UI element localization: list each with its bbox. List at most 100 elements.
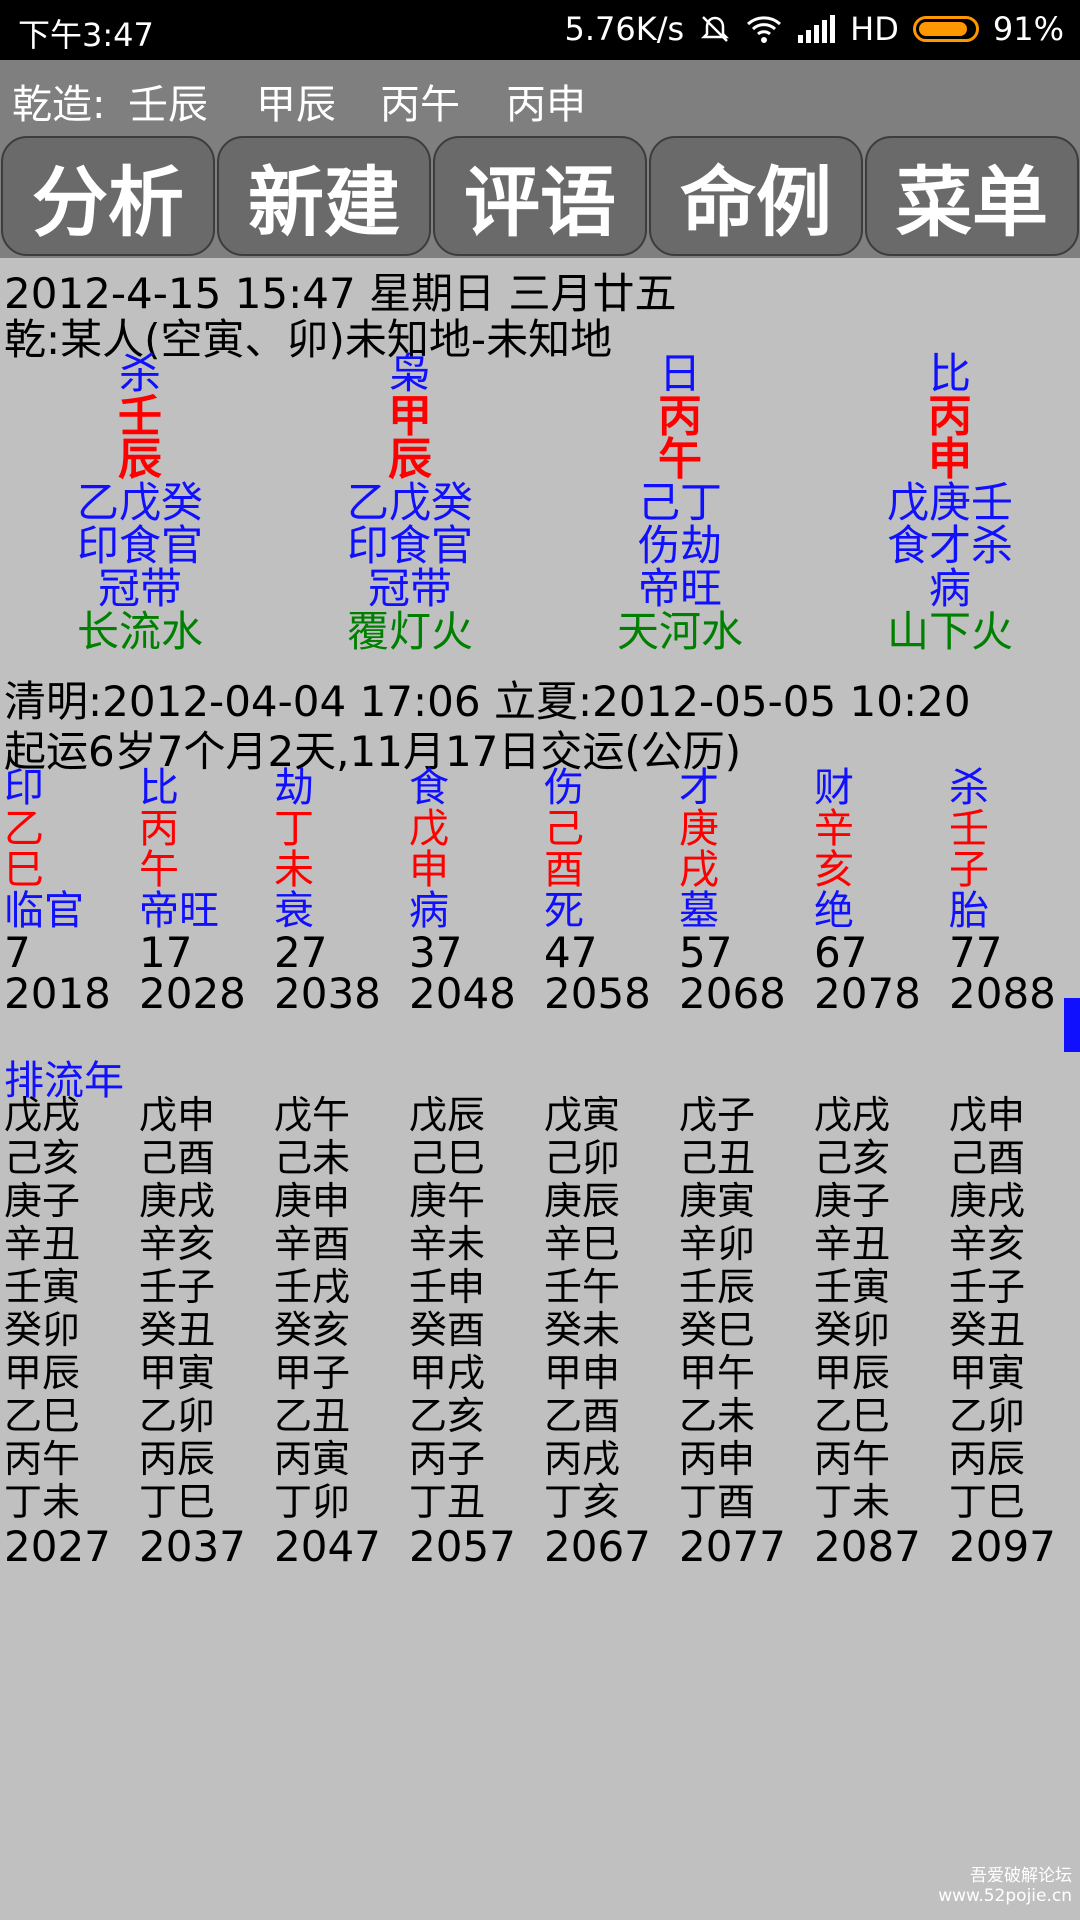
liunian-year: 辛丑 [4,1222,81,1266]
liunian-year: 乙卯 [949,1394,1026,1438]
dayun-column[interactable]: 财 辛 亥 绝 67 2078 [814,768,944,1015]
pillar-stem: 壬 [118,391,162,442]
menu-button[interactable]: 菜单 [865,136,1079,256]
pillar-stem: 丙 [658,391,702,442]
pillar-branch: 辰 [388,434,432,485]
liunian-year: 癸丑 [949,1308,1026,1352]
dayun-year: 2088 [949,969,1056,1018]
liunian-end-year: 2027 [4,1522,111,1571]
liunian-year: 癸卯 [4,1308,81,1352]
liunian-year: 壬寅 [814,1265,891,1309]
dayun-god: 杀 [949,765,989,811]
network-speed: 5.76K/s [564,10,685,48]
mute-icon [701,16,730,42]
liunian-year: 辛未 [409,1222,486,1266]
dayun-branch: 戌 [679,847,719,893]
pillar-hidden: 乙戊癸 [346,478,473,527]
dayun-column[interactable]: 伤 己 酉 死 47 2058 [544,765,674,1018]
liunian-year: 甲午 [679,1351,756,1395]
liunian-year: 戊戌 [4,1093,81,1137]
liunian-year: 己亥 [814,1136,891,1180]
dayun-column[interactable]: 才 庚 戌 墓 57 2068 [679,765,809,1018]
liunian-year: 甲寅 [949,1351,1026,1395]
dayun-god: 食 [409,765,449,811]
liunian-year: 戊子 [679,1093,756,1137]
liunian-year: 丁未 [4,1480,81,1524]
pillar-god: 日 [658,349,701,398]
liunian-year: 辛亥 [139,1222,216,1266]
watermark: 吾爱破解论坛 www.52pojie.cn [938,1866,1072,1906]
liunian-year: 辛丑 [814,1222,891,1266]
dayun-branch: 子 [949,847,989,893]
dayun-column[interactable]: 杀 壬 子 胎 77 2088 [949,765,1079,1018]
dayun-column[interactable]: 食 戊 申 病 37 2048 [409,765,539,1018]
liunian-year: 甲戌 [409,1351,486,1395]
liunian-year: 庚寅 [679,1179,756,1223]
liunian-year: 壬午 [544,1265,621,1309]
dayun-stem: 丁 [274,806,314,852]
liunian-column: 戊申 己酉 庚戌 辛亥 壬子 癸丑 甲寅 乙卯 丙辰 丁巳 2097 [949,1094,1079,1570]
liunian-year: 辛亥 [949,1222,1026,1266]
pillar-hidden: 己丁 [637,478,722,527]
header-pillar-day: 丙午 [380,82,460,128]
pillar-nayin: 覆灯火 [346,607,473,656]
dayun-branch: 午 [139,847,179,893]
liunian-column: 戊申 己酉 庚戌 辛亥 壬子 癸丑 甲寅 乙卯 丙辰 丁巳 2037 [139,1094,269,1570]
header-pillar-hour: 丙申 [506,82,586,128]
dayun-year: 2048 [409,969,516,1018]
dayun-year: 2068 [679,969,786,1018]
liunian-year: 丙午 [4,1437,81,1481]
dayun-stem: 辛 [814,806,854,852]
dayun-god: 才 [679,765,719,811]
signal-icon [798,15,836,43]
liunian-year: 己酉 [139,1136,216,1180]
dayun-branch: 申 [409,847,449,893]
liunian-year: 甲子 [274,1351,351,1395]
liunian-year: 甲寅 [139,1351,216,1395]
liunian-end-year: 2047 [274,1522,381,1571]
dayun-age: 27 [274,928,328,977]
dayun-branch: 巳 [4,847,44,893]
dayun-branch: 亥 [814,847,854,893]
liunian-year: 丁巳 [949,1480,1026,1524]
liunian-year: 丙辰 [139,1437,216,1481]
dayun-year: 2058 [544,969,651,1018]
dayun-column[interactable]: 比 丙 午 帝旺 17 2028 [139,768,269,1015]
pillar-branch: 午 [658,434,702,485]
liunian-year: 庚子 [4,1179,81,1223]
dayun-stage: 胎 [949,888,989,934]
pillar-stage: 冠带 [97,564,182,613]
comments-button[interactable]: 评语 [433,136,647,256]
pillar-hidden: 乙戊癸 [76,478,203,527]
pillar-god: 比 [928,349,971,398]
dayun-column[interactable]: 劫 丁 未 衰 27 2038 [274,768,404,1015]
liunian-column: 戊寅 己卯 庚辰 辛巳 壬午 癸未 甲申 乙酉 丙戌 丁亥 2067 [544,1094,674,1570]
pillar-hidden: 戊庚壬 [886,478,1013,527]
pillar-stem: 丙 [928,391,972,442]
status-time: 下午3:47 [18,16,154,54]
scroll-indicator[interactable] [1064,998,1080,1052]
dayun-stage: 绝 [814,888,854,934]
liunian-column: 戊午 己未 庚申 辛酉 壬戌 癸亥 甲子 乙丑 丙寅 丁卯 2047 [274,1094,404,1570]
status-bar: 下午3:47 5.76K/s HD 91% [0,0,1080,60]
dayun-age: 47 [544,928,598,977]
pillar-nayin: 长流水 [76,607,203,656]
dayun-column[interactable]: 印 乙 巳 临官 7 2018 [4,768,134,1015]
examples-button[interactable]: 命例 [649,136,863,256]
dayun-age: 7 [4,928,31,977]
liunian-year: 壬辰 [679,1265,756,1309]
new-button[interactable]: 新建 [217,136,431,256]
dayun-branch: 酉 [544,847,584,893]
liunian-year: 丁丑 [409,1480,486,1524]
liunian-year: 己丑 [679,1136,756,1180]
dayun-god: 伤 [544,765,584,811]
liunian-year: 辛卯 [679,1222,756,1266]
liunian-column: 戊辰 己巳 庚午 辛未 壬申 癸酉 甲戌 乙亥 丙子 丁丑 2057 [409,1094,539,1570]
dayun-stage: 墓 [679,888,719,934]
liunian-year: 丁亥 [544,1480,621,1524]
liunian-year: 癸巳 [679,1308,756,1352]
analyze-button[interactable]: 分析 [1,136,215,256]
bazi-header: 乾造: 壬辰 甲辰 丙午 丙申 [0,60,1080,134]
dayun-stage: 帝旺 [139,888,219,934]
liunian-end-year: 2077 [679,1522,786,1571]
